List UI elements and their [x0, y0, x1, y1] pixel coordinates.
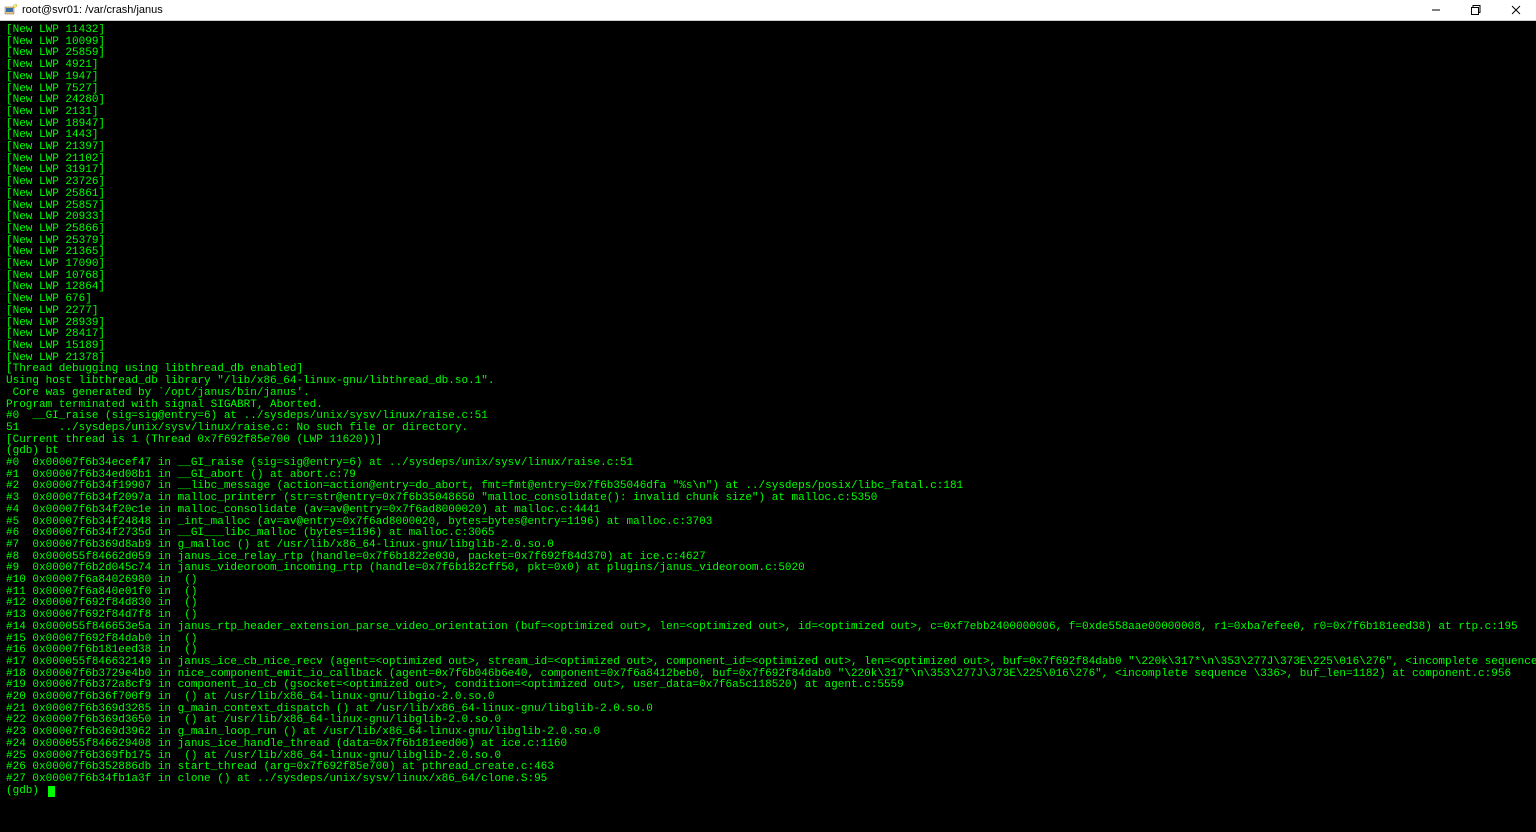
terminal-cursor [48, 786, 55, 797]
minimize-button[interactable] [1416, 0, 1456, 20]
putty-icon [4, 3, 18, 17]
window-titlebar: root@svr01: /var/crash/janus [0, 0, 1536, 21]
window-title: root@svr01: /var/crash/janus [22, 4, 163, 16]
window-controls [1416, 0, 1536, 20]
gdb-prompt: (gdb) [6, 785, 46, 797]
close-button[interactable] [1496, 0, 1536, 20]
maximize-button[interactable] [1456, 0, 1496, 20]
titlebar-left: root@svr01: /var/crash/janus [0, 3, 163, 17]
terminal-output[interactable]: [New LWP 11432] [New LWP 10099] [New LWP… [0, 21, 1536, 832]
